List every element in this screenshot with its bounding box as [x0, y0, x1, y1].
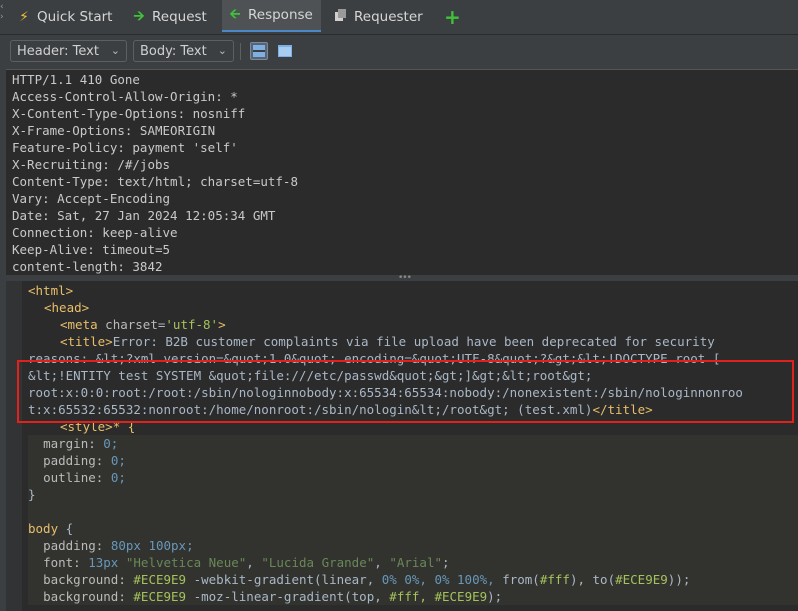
requester-icon — [334, 8, 348, 26]
body-format-select[interactable]: Body: Text ⌄ — [133, 40, 234, 62]
code-line: outline: 0; — [28, 469, 798, 486]
header-line: Date: Sat, 27 Jan 2024 12:05:34 GMT — [12, 208, 276, 223]
code-line: margin: 0; — [28, 435, 798, 452]
header-format-value: Header: Text — [17, 43, 99, 59]
collapse-arrows-icon[interactable]: ‹ › — [0, 2, 8, 32]
layout-horizontal-icon — [253, 45, 265, 57]
code-line: <head> — [44, 300, 90, 315]
code-line: background: #ECE9E9 -webkit-gradient(lin… — [28, 571, 798, 588]
header-line: Connection: keep-alive — [12, 225, 178, 240]
tab-response[interactable]: 🡨 Response — [222, 0, 321, 32]
code-line: padding: 0; — [28, 452, 798, 469]
editor-gutter — [6, 281, 22, 611]
tab-requester[interactable]: Requester — [334, 0, 423, 34]
header-line: X-Frame-Options: SAMEORIGIN — [12, 123, 216, 138]
layout-vertical-icon — [278, 45, 292, 57]
code-line: background: #ECE9E9 -moz-linear-gradient… — [28, 588, 798, 605]
header-line: X-Content-Type-Options: nosniff — [12, 106, 246, 121]
toolbar: Header: Text ⌄ Body: Text ⌄ — [0, 35, 798, 67]
code-line: <html> — [28, 283, 74, 298]
header-line: X-Recruiting: /#/jobs — [12, 157, 171, 172]
header-line: content-length: 3842 — [12, 259, 163, 274]
header-line: Keep-Alive: timeout=5 — [12, 242, 171, 257]
code-line: <title>Error: B2B customer complaints vi… — [60, 334, 715, 349]
header-line: Access-Control-Allow-Origin: * — [12, 89, 238, 104]
header-line: Vary: Accept-Encoding — [12, 191, 171, 206]
arrow-right-icon: 🡪 — [133, 7, 145, 24]
code-line: } — [28, 486, 798, 503]
toolbar-divider — [240, 43, 241, 60]
header-format-select[interactable]: Header: Text ⌄ — [10, 40, 127, 62]
tab-request[interactable]: 🡪 Request — [132, 0, 207, 34]
body-format-value: Body: Text — [140, 43, 207, 59]
plus-icon: + — [444, 5, 461, 29]
header-line: HTTP/1.1 410 Gone — [12, 72, 140, 87]
header-line: Feature-Policy: payment 'self' — [12, 140, 238, 155]
header-line: Content-Type: text/html; charset=utf-8 — [12, 174, 298, 189]
code-line — [28, 503, 798, 520]
tab-label: Quick Start — [37, 9, 113, 25]
tab-bar: ‹ › ⚡ Quick Start 🡪 Request 🡨 Response Re… — [0, 0, 798, 35]
code-line: padding: 80px 100px; — [28, 537, 798, 554]
chevron-down-icon: ⌄ — [110, 44, 120, 57]
lightning-icon: ⚡ — [19, 9, 29, 25]
tab-quick-start[interactable]: ⚡ Quick Start — [17, 0, 112, 34]
highlight-box — [17, 360, 794, 423]
response-body-pane[interactable]: <html> <head> <meta charset='utf-8'> <ti… — [6, 281, 798, 611]
tab-label: Requester — [354, 9, 423, 25]
code-line: <meta charset='utf-8'> — [60, 317, 226, 332]
code-line: body { — [28, 520, 798, 537]
code-line: font: 13px "Helvetica Neue", "Lucida Gra… — [28, 554, 798, 571]
layout-vertical-button[interactable] — [276, 42, 294, 60]
chevron-down-icon: ⌄ — [217, 44, 227, 57]
arrow-left-icon: 🡨 — [229, 5, 241, 22]
layout-horizontal-button[interactable] — [250, 42, 268, 60]
add-tab-button[interactable]: + — [444, 0, 461, 34]
response-headers-pane[interactable]: HTTP/1.1 410 Gone Access-Control-Allow-O… — [6, 69, 798, 277]
tab-label: Request — [152, 9, 207, 25]
tab-label: Response — [248, 7, 313, 23]
